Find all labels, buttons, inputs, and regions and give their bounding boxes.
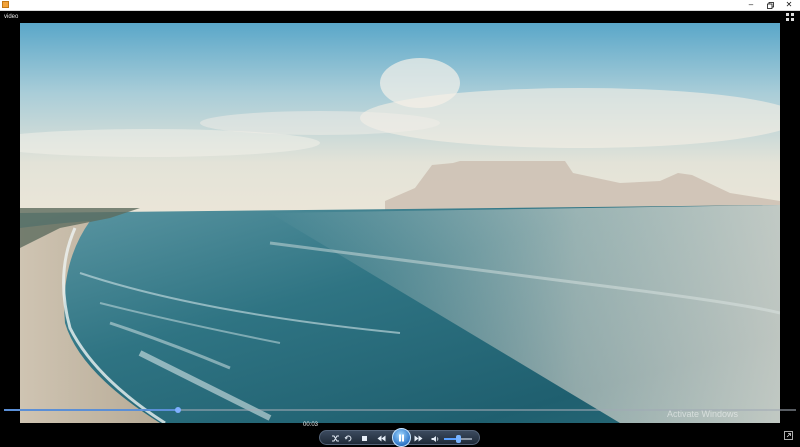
media-player: video Activate Windows 00:03 bbox=[0, 11, 800, 447]
shuffle-button[interactable] bbox=[330, 433, 341, 444]
previous-button[interactable] bbox=[376, 433, 387, 444]
mute-button[interactable] bbox=[430, 433, 441, 444]
volume-handle[interactable] bbox=[456, 435, 461, 443]
video-title: video bbox=[4, 14, 19, 20]
stop-icon bbox=[362, 436, 367, 441]
activate-windows-watermark: Activate Windows bbox=[667, 409, 739, 419]
video-frame[interactable] bbox=[20, 23, 780, 423]
volume-icon bbox=[431, 435, 439, 442]
switch-to-mini-mode-icon[interactable] bbox=[784, 431, 793, 440]
previous-icon bbox=[377, 435, 386, 442]
video-image bbox=[20, 23, 780, 423]
window-title-bar: – ✕ bbox=[0, 0, 800, 11]
next-button[interactable] bbox=[413, 433, 424, 444]
next-icon bbox=[414, 435, 423, 442]
restore-icon bbox=[766, 1, 774, 9]
shuffle-icon bbox=[332, 435, 339, 442]
current-time: 00:03 bbox=[303, 422, 319, 428]
switch-to-library-icon[interactable] bbox=[786, 13, 794, 21]
stop-button[interactable] bbox=[359, 433, 370, 444]
minimize-icon: – bbox=[748, 0, 754, 9]
close-icon: ✕ bbox=[785, 0, 793, 9]
media-player-app-icon bbox=[2, 1, 9, 8]
volume-slider[interactable] bbox=[444, 435, 472, 443]
seek-bar-progress bbox=[4, 409, 179, 411]
close-button[interactable]: ✕ bbox=[778, 0, 800, 10]
repeat-icon bbox=[344, 435, 352, 442]
repeat-button[interactable] bbox=[343, 433, 354, 444]
